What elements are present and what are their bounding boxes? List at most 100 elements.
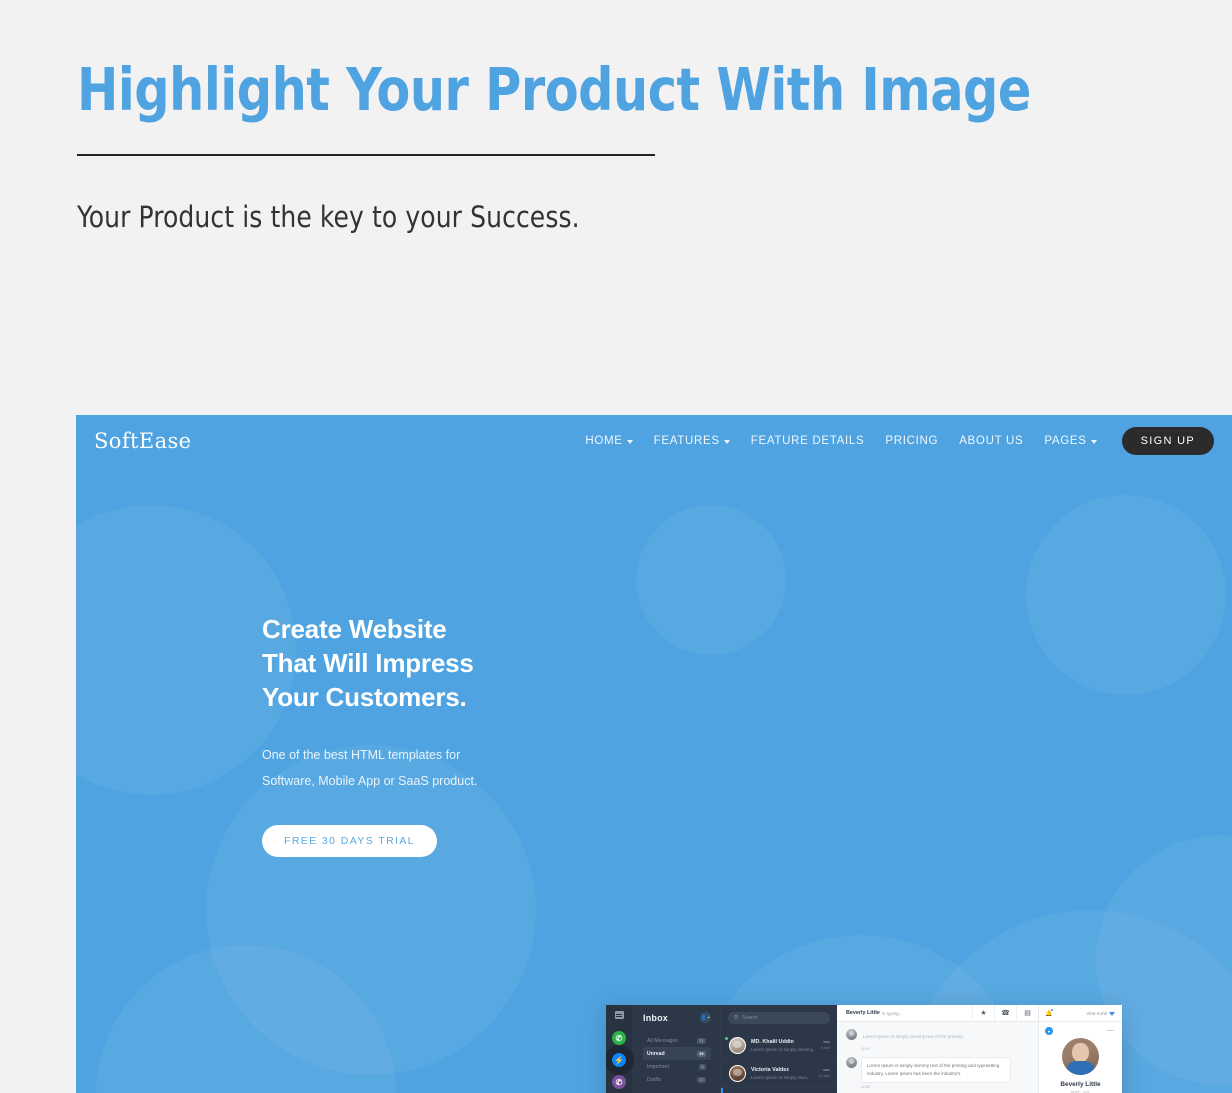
inbox-group-messages: All Messages 21 Unread 49 Important 6 Dr… (632, 1034, 720, 1086)
add-contact-icon[interactable]: 👤+ (700, 1012, 711, 1023)
more-icon[interactable] (1107, 1030, 1114, 1032)
app-mockup-screenshot: ✆ ⚡ ✆ S N Inbox 👤+ All Messages 21 Unrea… (606, 1005, 1122, 1093)
viber-icon[interactable]: ✆ (612, 1075, 626, 1089)
nav-label: ABOUT US (959, 435, 1024, 447)
nav-item-pages[interactable]: PAGES (1044, 435, 1097, 447)
conversation-time: 5 min (820, 1045, 830, 1050)
conversation-list: ⚲ Search MD. Khalil Uddin Lorem Ipsum is… (720, 1005, 837, 1093)
nav-label: FEATURE DETAILS (750, 435, 865, 447)
hero-paragraph-line-1: One of the best HTML templates for (262, 748, 461, 763)
more-icon[interactable] (823, 1041, 830, 1043)
chevron-down-icon (1090, 440, 1097, 444)
inbox-item-count: 17 (697, 1076, 706, 1083)
message-bubble: Lorem Ipsum is simply dummy text of the … (861, 1057, 1011, 1084)
conversation-row[interactable]: Victoria Valdez Lorem Ipsum is simply du… (721, 1060, 837, 1088)
chat-typing-status: is typing... (881, 1010, 903, 1016)
inbox-item-label: Unread (647, 1050, 665, 1057)
inbox-item-drafts[interactable]: Drafts 17 (643, 1073, 711, 1086)
inbox-title: Inbox (643, 1012, 668, 1023)
navbar: SoftEase HOME FEATURES FEATURE DETAILS P… (76, 415, 1232, 467)
inbox-header: Inbox 👤+ (632, 1012, 720, 1023)
chat-contact-name: Beverly Little (846, 1010, 880, 1016)
hero-body: Create Website That Will Impress Your Cu… (76, 467, 1232, 857)
free-trial-button[interactable]: FREE 30 DAYS TRIAL (262, 824, 438, 857)
message-time: 12:38 (861, 1085, 870, 1090)
account-menu[interactable]: Virat Kohli (1086, 1011, 1115, 1016)
message-list: Lorem Ipsum is simply dummy text of the … (837, 1022, 1038, 1093)
message-row: Lorem Ipsum is simply dummy text of the … (846, 1029, 1029, 1051)
conversation-name: MD. Khalil Uddin (751, 1039, 794, 1045)
profile-panel: 🔔 Virat Kohli ● Beverly Little NYC_NY Ni… (1039, 1005, 1122, 1093)
hero-heading-line-2: That Will Impress (262, 648, 474, 679)
search-box[interactable]: ⚲ Search (728, 1012, 830, 1024)
more-icon[interactable] (823, 1069, 830, 1071)
profile-body: ● Beverly Little NYC_NY (1039, 1022, 1122, 1093)
video-icon[interactable]: ▤ (1016, 1005, 1038, 1021)
sign-up-button[interactable]: SIGN UP (1121, 427, 1214, 455)
hero-heading: Create Website That Will Impress Your Cu… (262, 612, 552, 714)
conversation-preview: Lorem Ipsum is simply dummy... (751, 1075, 814, 1080)
conversation-row-selected[interactable]: Beverly Little Lorem Ipsum is simply dum… (721, 1088, 837, 1093)
chat-panel: Beverly Little is typing... ★ ☎ ▤ Lorem … (837, 1005, 1039, 1093)
nav-label: HOME (585, 435, 623, 447)
avatar (729, 1065, 746, 1082)
whatsapp-icon[interactable]: ✆ (612, 1031, 626, 1045)
profile-avatar (1062, 1038, 1099, 1075)
profile-topbar: 🔔 Virat Kohli (1039, 1005, 1122, 1022)
hero-paragraph-line-2: Software, Mobile App or SaaS product. (262, 774, 478, 789)
page-header: Highlight Your Product With Image Your P… (0, 0, 1232, 234)
nav-item-about-us[interactable]: ABOUT US (959, 435, 1023, 447)
avatar (729, 1037, 746, 1054)
nav-label: PAGES (1044, 435, 1087, 447)
nav-item-pricing[interactable]: PRICING (885, 435, 938, 447)
inbox-sidebar: Inbox 👤+ All Messages 21 Unread 49 Impor… (632, 1005, 720, 1093)
conversation-preview: Lorem Ipsum is simply dummy.. (751, 1047, 816, 1052)
title-divider (77, 153, 655, 156)
chat-header: Beverly Little is typing... ★ ☎ ▤ (837, 1005, 1038, 1022)
profile-name: Beverly Little (1060, 1081, 1101, 1088)
hero-heading-line-1: Create Website (262, 614, 447, 644)
search-icon: ⚲ (734, 1015, 739, 1021)
search-input[interactable]: Search (742, 1015, 758, 1021)
page-subtitle: Your Product is the key to your Success. (77, 199, 580, 234)
inbox-item-unread[interactable]: Unread 49 (643, 1047, 711, 1060)
nav-item-home[interactable]: HOME (585, 435, 633, 447)
avatar (846, 1057, 857, 1069)
inbox-item-all-messages[interactable]: All Messages 21 (643, 1034, 711, 1047)
nav-item-feature-details[interactable]: FEATURE DETAILS (751, 435, 865, 447)
avatar (846, 1029, 857, 1040)
chevron-down-icon (723, 440, 730, 444)
nav-label: PRICING (885, 435, 939, 447)
hero-section: SoftEase HOME FEATURES FEATURE DETAILS P… (76, 415, 1232, 1093)
online-status-dot (725, 1037, 728, 1040)
phone-icon[interactable]: ☎ (994, 1005, 1016, 1021)
app-icon-rail: ✆ ⚡ ✆ S N (606, 1005, 634, 1093)
message-time: 12:47 (861, 1047, 870, 1052)
inbox-item-label: Drafts (647, 1076, 661, 1083)
nav-item-features[interactable]: FEATURES (654, 435, 730, 447)
conversation-row[interactable]: MD. Khalil Uddin Lorem Ipsum is simply d… (721, 1032, 837, 1060)
message-bubble: Lorem Ipsum is simply dummy text of the … (863, 1034, 963, 1039)
chat-action-bar: ★ ☎ ▤ (972, 1005, 1038, 1021)
inbox-item-count: 49 (697, 1050, 706, 1057)
inbox-item-count: 6 (699, 1063, 706, 1070)
inbox-item-label: Important (647, 1063, 670, 1070)
conversation-time: 10 min (818, 1073, 830, 1078)
page-title: Highlight Your Product With Image (77, 55, 1031, 124)
inbox-item-label: All Messages (647, 1037, 678, 1044)
hero-copy: Create Website That Will Impress Your Cu… (262, 612, 552, 857)
star-icon[interactable]: ★ (972, 1005, 994, 1021)
brand-logo[interactable]: SoftEase (94, 429, 192, 453)
chevron-down-icon (1109, 1012, 1115, 1016)
hero-paragraph: One of the best HTML templates for Softw… (262, 742, 552, 795)
hamburger-menu-icon[interactable] (614, 1011, 624, 1019)
hero-heading-line-3: Your Customers. (262, 682, 467, 713)
messenger-icon[interactable]: ⚡ (606, 1045, 634, 1075)
nav-label: FEATURES (653, 435, 720, 447)
nav-menu: HOME FEATURES FEATURE DETAILS PRICING AB… (585, 427, 1214, 455)
message-row: Lorem Ipsum is simply dummy text of the … (846, 1057, 1029, 1089)
bell-icon[interactable]: 🔔 (1045, 1008, 1055, 1017)
inbox-item-important[interactable]: Important 6 (643, 1060, 711, 1073)
message-icon[interactable]: ● (1045, 1027, 1053, 1035)
inbox-item-count: 21 (697, 1037, 706, 1044)
